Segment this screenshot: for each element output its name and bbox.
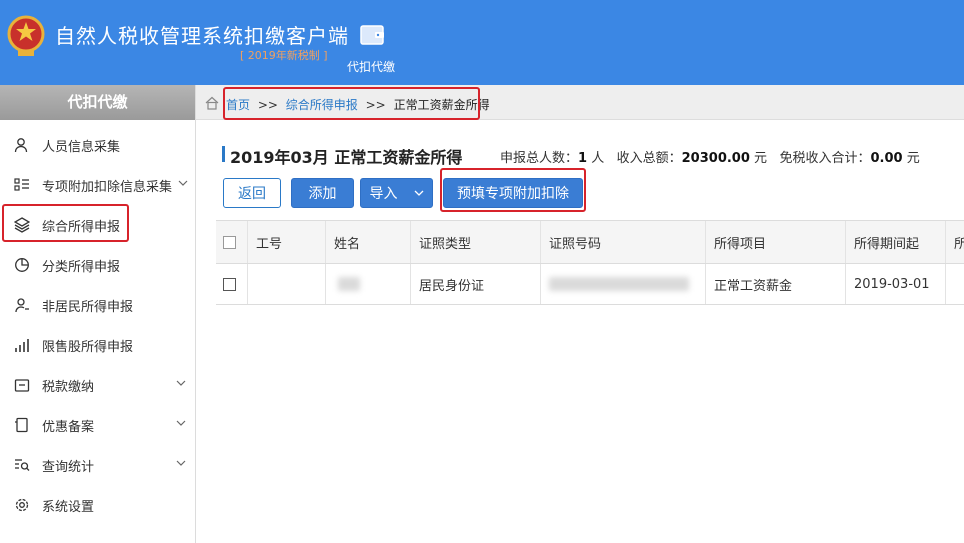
sidebar: 代扣代缴 人员信息采集 专项附加扣除信息采集 综合所得申报 分类所得申报 非居民… xyxy=(0,85,196,543)
column-header[interactable]: 所 xyxy=(946,221,964,263)
sidebar-item-preferential-filing[interactable]: 优惠备案 xyxy=(0,405,196,445)
summary-bar: 申报总人数：1 人 收入总额：20300.00 元 免税收入合计：0.00 元 xyxy=(500,147,920,166)
sidebar-item-personnel[interactable]: 人员信息采集 xyxy=(0,125,196,165)
main-content: 2019年03月 正常工资薪金所得 申报总人数：1 人 收入总额：20300.0… xyxy=(210,130,964,543)
folder-icon xyxy=(14,379,30,392)
row-checkbox[interactable] xyxy=(223,277,236,291)
document-icon xyxy=(15,417,28,433)
sidebar-item-label: 非居民所得申报 xyxy=(42,299,134,315)
import-dropdown-button[interactable]: 导入 xyxy=(360,178,433,208)
column-header[interactable]: 证照类型 xyxy=(411,221,541,263)
count-unit: 人 xyxy=(591,151,605,166)
period-start-cell: 2019-03-01 xyxy=(846,264,946,304)
sidebar-item-label: 分类所得申报 xyxy=(42,259,121,275)
sidebar-title: 代扣代缴 xyxy=(0,85,195,120)
sidebar-item-label: 税款缴纳 xyxy=(42,379,95,395)
title-accent-bar xyxy=(222,146,225,162)
column-header[interactable]: 所得项目 xyxy=(706,221,846,263)
add-button[interactable]: 添加 xyxy=(291,178,354,208)
gear-icon xyxy=(15,498,29,512)
import-button-label: 导入 xyxy=(369,186,398,202)
overflow-cell xyxy=(946,264,964,304)
income-item-cell: 正常工资薪金 xyxy=(706,264,846,304)
back-button[interactable]: 返回 xyxy=(223,178,281,208)
sidebar-item-label: 限售股所得申报 xyxy=(42,339,134,355)
select-all-checkbox[interactable] xyxy=(223,235,236,249)
exempt-value: 0.00 xyxy=(870,151,903,166)
column-header[interactable]: 姓名 xyxy=(326,221,411,263)
app-header: 自然人税收管理系统扣缴客户端 [ 2019年新税制 ] 代扣代缴 xyxy=(0,0,964,85)
list-icon xyxy=(14,178,29,191)
person-icon xyxy=(14,138,28,153)
sidebar-item-classified-income[interactable]: 分类所得申报 xyxy=(0,245,196,285)
sidebar-item-system-settings[interactable]: 系统设置 xyxy=(0,485,196,525)
tax-emblem-icon xyxy=(7,15,45,56)
sidebar-item-label: 查询统计 xyxy=(42,459,95,475)
sidebar-item-label: 系统设置 xyxy=(42,499,95,515)
column-header[interactable]: 工号 xyxy=(248,221,326,263)
column-header[interactable]: 证照号码 xyxy=(541,221,706,263)
module-tab-withholding[interactable]: 代扣代缴 xyxy=(343,20,403,80)
module-label: 代扣代缴 xyxy=(347,60,396,74)
wallet-icon xyxy=(360,25,384,45)
home-icon[interactable] xyxy=(205,96,219,110)
highlight-box-breadcrumb xyxy=(223,87,480,120)
sidebar-item-query-statistics[interactable]: 查询统计 xyxy=(0,445,196,485)
page-title: 2019年03月 正常工资薪金所得 xyxy=(230,148,463,167)
bar-chart-icon xyxy=(15,339,29,352)
sidebar-item-tax-payment[interactable]: 税款缴纳 xyxy=(0,365,196,405)
app-title: 自然人税收管理系统扣缴客户端 xyxy=(55,24,349,48)
highlight-box-sidebar xyxy=(2,204,129,242)
declaration-table: 工号 姓名 证照类型 证照号码 所得项目 所得期间起 所 居民身份证 正常工资薪… xyxy=(216,220,964,305)
chevron-down-icon xyxy=(176,460,186,466)
chevron-down-icon xyxy=(176,380,186,386)
exempt-unit: 元 xyxy=(906,151,920,166)
sidebar-item-special-deduction[interactable]: 专项附加扣除信息采集 xyxy=(0,165,196,205)
search-list-icon xyxy=(15,459,30,471)
app-subtitle: [ 2019年新税制 ] xyxy=(240,49,328,62)
name-cell xyxy=(326,264,411,304)
chevron-down-icon xyxy=(414,190,423,196)
id-number-cell xyxy=(541,264,706,304)
sidebar-item-label: 人员信息采集 xyxy=(42,139,121,155)
chevron-down-icon xyxy=(178,180,188,186)
table-header: 工号 姓名 证照类型 证照号码 所得项目 所得期间起 所 xyxy=(216,221,964,264)
highlight-box-prefill xyxy=(440,168,586,212)
exempt-label: 免税收入合计： xyxy=(779,151,871,166)
row-select-cell xyxy=(216,264,248,304)
pie-icon xyxy=(15,258,29,272)
column-header[interactable]: 所得期间起 xyxy=(846,221,946,263)
redacted-id-number xyxy=(549,277,689,291)
person-outline-icon xyxy=(15,298,29,313)
income-value: 20300.00 xyxy=(681,151,750,166)
sidebar-item-label: 专项附加扣除信息采集 xyxy=(42,179,173,195)
select-all-cell xyxy=(216,221,248,263)
redacted-name xyxy=(338,277,360,291)
sidebar-item-restricted-shares[interactable]: 限售股所得申报 xyxy=(0,325,196,365)
income-label: 收入总额： xyxy=(616,151,682,166)
chevron-down-icon xyxy=(176,420,186,426)
count-label: 申报总人数： xyxy=(500,151,579,166)
sidebar-item-label: 优惠备案 xyxy=(42,419,95,435)
count-value: 1 xyxy=(578,151,588,166)
id-type-cell: 居民身份证 xyxy=(411,264,541,304)
income-unit: 元 xyxy=(754,151,768,166)
employee-id-cell xyxy=(248,264,326,304)
sidebar-item-nonresident-income[interactable]: 非居民所得申报 xyxy=(0,285,196,325)
table-row[interactable]: 居民身份证 正常工资薪金 2019-03-01 xyxy=(216,264,964,305)
